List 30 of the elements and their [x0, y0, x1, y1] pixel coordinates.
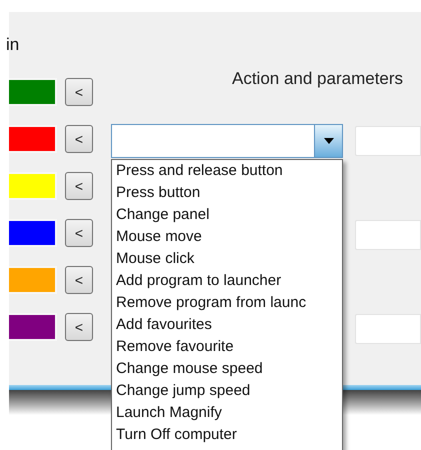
parameter-field[interactable] — [355, 126, 421, 156]
dropdown-option[interactable]: Change mouse speed — [116, 358, 342, 380]
back-button[interactable]: < — [65, 266, 93, 294]
dropdown-option[interactable]: Remove favourite — [116, 336, 342, 358]
parameter-field[interactable] — [355, 314, 421, 344]
color-swatch[interactable] — [9, 266, 57, 294]
dropdown-option[interactable]: Change panel — [116, 204, 342, 226]
color-swatch[interactable] — [9, 219, 57, 247]
dropdown-option[interactable]: Mouse move — [116, 226, 342, 248]
dropdown-option[interactable]: Launch Magnify — [116, 402, 342, 424]
back-button[interactable]: < — [65, 125, 93, 153]
parameter-field[interactable] — [355, 220, 421, 250]
column-header: Action and parameters — [232, 69, 404, 89]
back-button[interactable]: < — [65, 172, 93, 200]
color-swatch[interactable] — [9, 78, 57, 106]
dropdown-option[interactable]: Turn Off computer — [116, 424, 342, 446]
dropdown-option[interactable]: Remove program from launc — [116, 292, 342, 314]
dropdown-option[interactable]: Change jump speed — [116, 380, 342, 402]
color-swatch[interactable] — [9, 172, 57, 200]
dropdown-option[interactable]: Press button — [116, 182, 342, 204]
back-button[interactable]: < — [65, 313, 93, 341]
dropdown-option[interactable]: Add program to launcher — [116, 270, 342, 292]
color-swatch[interactable] — [9, 125, 57, 153]
section-label: in — [6, 35, 20, 54]
back-button[interactable]: < — [65, 219, 93, 247]
color-swatch[interactable] — [9, 313, 57, 341]
dropdown-option[interactable]: Add favourites — [116, 314, 342, 336]
dropdown-option[interactable]: Mouse click — [116, 248, 342, 270]
back-button[interactable]: < — [65, 78, 93, 106]
dropdown-option[interactable]: Press and release button — [116, 160, 342, 182]
